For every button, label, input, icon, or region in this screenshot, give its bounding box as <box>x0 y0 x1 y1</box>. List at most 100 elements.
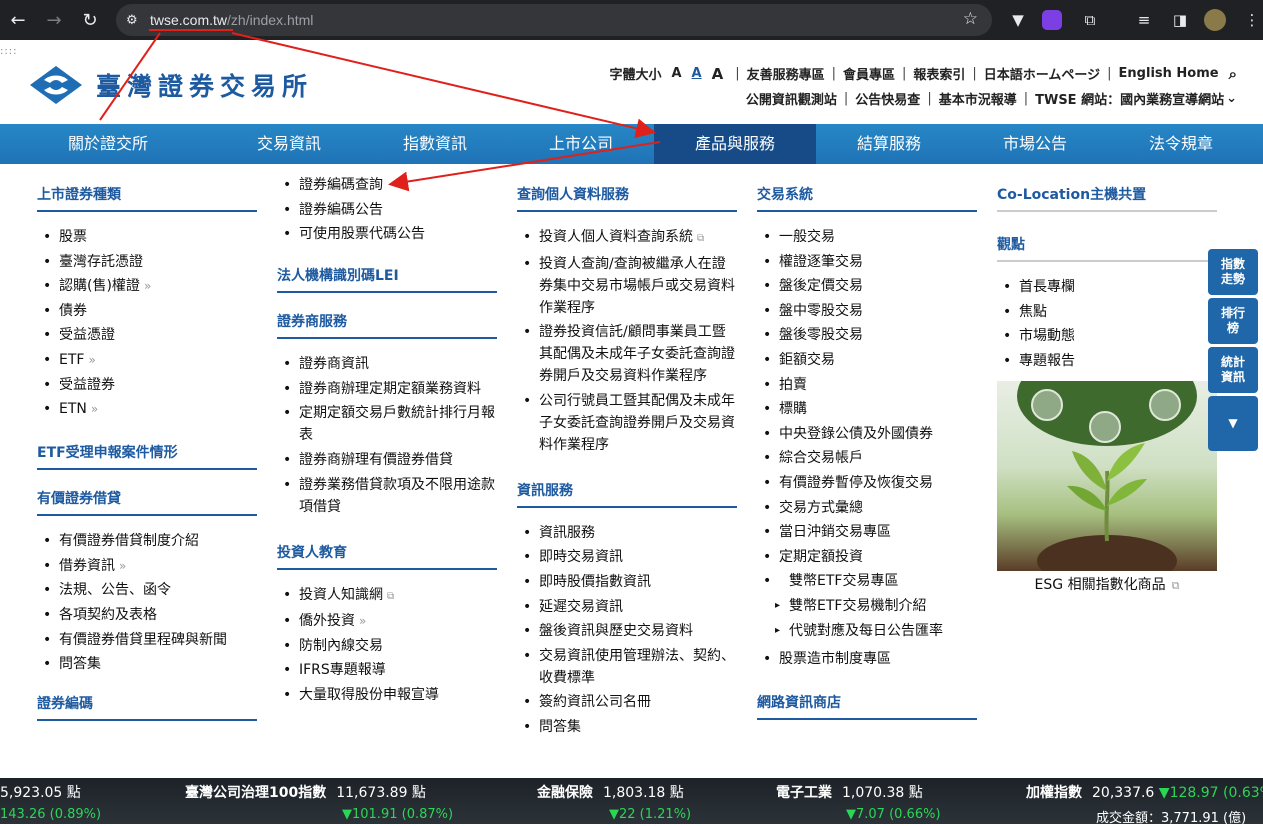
menu-item[interactable]: 受益憑證 <box>37 324 257 346</box>
font-size-large[interactable]: A <box>712 65 724 83</box>
menu-item[interactable]: 首長專欄 <box>997 276 1217 298</box>
menu-item[interactable]: 投資人查詢/查詢被繼承人在證券集中交易市場帳戶或交易資料作業程序 <box>517 253 737 319</box>
menu-item[interactable]: 防制內線交易 <box>277 635 497 657</box>
menu-item[interactable]: 可使用股票代碼公告 <box>277 223 497 245</box>
submenu-item[interactable]: 雙幣ETF交易機制介紹 <box>767 595 977 617</box>
section-title[interactable]: ETF受理申報案件情形 <box>37 442 257 471</box>
side-panel-icon[interactable]: ◨ <box>1168 8 1192 32</box>
nav-index[interactable]: 指數資訊 <box>362 124 508 164</box>
menu-item-security-code-query[interactable]: 證券編碼查詢 <box>277 174 497 196</box>
section-title[interactable]: 投資人教育 <box>277 542 497 570</box>
util-link-domestic-site[interactable]: TWSE 網站：國內業務宣導網站 <box>1035 89 1224 108</box>
menu-item[interactable]: 雙幣ETF交易專區 <box>757 570 977 592</box>
menu-item[interactable]: 即時股價指數資訊 <box>517 571 737 593</box>
menu-item[interactable]: 法規、公告、函令 <box>37 579 257 601</box>
menu-item[interactable]: 權證逐筆交易 <box>757 251 977 273</box>
menu-item[interactable]: ETF» <box>37 349 257 371</box>
section-title[interactable]: Co-Location主機共置 <box>997 184 1217 212</box>
menu-kebab-icon[interactable]: ⋮ <box>1240 8 1263 32</box>
expand-down-button[interactable]: ▼ <box>1208 396 1258 451</box>
menu-item[interactable]: 標購 <box>757 398 977 420</box>
nav-about[interactable]: 關於證交所 <box>0 124 216 164</box>
menu-item[interactable]: ETN» <box>37 398 257 420</box>
menu-item[interactable]: 有價證券暫停及恢復交易 <box>757 472 977 494</box>
section-title[interactable]: 資訊服務 <box>517 480 737 508</box>
index-trend-button[interactable]: 指數 走勢 <box>1208 249 1258 295</box>
menu-item[interactable]: 證券業務借貸款項及不限用途款項借貸 <box>277 474 497 518</box>
chevron-down-icon[interactable]: ⌄ <box>1226 91 1237 106</box>
section-title[interactable]: 有價證券借貸 <box>37 488 257 517</box>
menu-item[interactable]: 鉅額交易 <box>757 349 977 371</box>
menu-item[interactable]: 定期定額投資 <box>757 546 977 568</box>
menu-item[interactable]: 盤後資訊與歷史交易資料 <box>517 620 737 642</box>
util-link-accessibility[interactable]: 友善服務專區 <box>747 64 825 83</box>
util-link-members[interactable]: 會員專區 <box>843 64 895 83</box>
section-title[interactable]: 證券商服務 <box>277 311 497 340</box>
forward-icon[interactable]: → <box>36 0 72 40</box>
extensions-puzzle-icon[interactable]: ⧉ <box>1078 8 1102 32</box>
esg-caption[interactable]: ESG 相關指數化商品 ⧉ <box>997 574 1217 594</box>
menu-item[interactable]: 大量取得股份申報宣導 <box>277 684 497 706</box>
menu-item[interactable]: 交易方式彙總 <box>757 497 977 519</box>
menu-item[interactable]: 專題報告 <box>997 350 1217 372</box>
menu-item[interactable]: 債券 <box>37 300 257 322</box>
back-icon[interactable]: ← <box>0 0 36 40</box>
menu-item[interactable]: 定期定額交易戶數統計排行月報表 <box>277 402 497 446</box>
menu-item[interactable]: 一般交易 <box>757 226 977 248</box>
ranking-button[interactable]: 排行 榜 <box>1208 298 1258 344</box>
menu-item[interactable]: 各項契約及表格 <box>37 604 257 626</box>
menu-item[interactable]: 借券資訊» <box>37 555 257 577</box>
bookmark-star-icon[interactable]: ☆ <box>963 9 978 29</box>
nav-clearing[interactable]: 結算服務 <box>816 124 962 164</box>
menu-item[interactable]: 即時交易資訊 <box>517 546 737 568</box>
menu-item[interactable]: 延遲交易資訊 <box>517 596 737 618</box>
submenu-item[interactable]: 代號對應及每日公告匯率 <box>767 620 967 642</box>
menu-item[interactable]: 公司行號員工暨其配偶及未成年子女委託查詢證券開戶及交易資料作業程序 <box>517 390 737 456</box>
util-link-report-index[interactable]: 報表索引 <box>913 64 965 83</box>
reading-list-icon[interactable]: ≡ <box>1132 8 1156 32</box>
menu-item[interactable]: 投資人個人資料查詢系統⧉ <box>517 226 737 250</box>
menu-item[interactable]: 簽約資訊公司名冊 <box>517 691 737 713</box>
section-title[interactable]: 上市證券種類 <box>37 184 257 212</box>
menu-item[interactable]: 證券商辦理有價證券借貸 <box>277 449 497 471</box>
font-size-small[interactable]: A <box>671 66 681 81</box>
section-title[interactable]: 觀點 <box>997 234 1217 262</box>
menu-item[interactable]: 股票 <box>37 226 257 248</box>
menu-item[interactable]: 僑外投資» <box>277 610 497 632</box>
menu-item[interactable]: 市場動態 <box>997 325 1217 347</box>
section-title[interactable]: 查詢個人資料服務 <box>517 184 737 212</box>
util-link-japanese[interactable]: 日本語ホームページ <box>984 64 1100 83</box>
nav-regulations[interactable]: 法令規章 <box>1108 124 1254 164</box>
menu-item[interactable]: 臺灣存託憑證 <box>37 251 257 273</box>
font-size-medium[interactable]: A <box>692 66 702 81</box>
twse-logo[interactable]: 臺灣證券交易所 <box>28 64 313 106</box>
menu-item[interactable]: 證券商資訊 <box>277 353 497 375</box>
util-link-announcements[interactable]: 公告快易查 <box>855 89 920 108</box>
search-icon[interactable]: ⌕ <box>1229 65 1237 83</box>
menu-item[interactable]: 盤中零股交易 <box>757 300 977 322</box>
util-link-market-report[interactable]: 基本市況報導 <box>939 89 1017 108</box>
menu-item[interactable]: 中央登錄公債及外國債券 <box>757 423 977 445</box>
nav-trading[interactable]: 交易資訊 <box>216 124 362 164</box>
nav-announcements[interactable]: 市場公告 <box>962 124 1108 164</box>
menu-item[interactable]: 盤後定價交易 <box>757 275 977 297</box>
section-title[interactable]: 交易系統 <box>757 184 977 212</box>
extension-purple-icon[interactable] <box>1042 10 1062 30</box>
menu-item[interactable]: 交易資訊使用管理辦法、契約、收費標準 <box>517 645 737 689</box>
nav-products[interactable]: 產品與服務 <box>654 124 816 164</box>
menu-item[interactable]: 當日沖銷交易專區 <box>757 521 977 543</box>
nav-listed[interactable]: 上市公司 <box>508 124 654 164</box>
esg-banner-image[interactable] <box>997 381 1217 571</box>
menu-item[interactable]: 證券商辦理定期定額業務資料 <box>277 378 497 400</box>
extension-v-icon[interactable]: ▼ <box>1006 8 1030 32</box>
menu-item[interactable]: 焦點 <box>997 301 1217 323</box>
section-title[interactable]: 證券編碼 <box>37 693 257 722</box>
section-title[interactable]: 法人機構識別碼LEI <box>277 265 497 294</box>
menu-item[interactable]: 受益證券 <box>37 374 257 396</box>
menu-item[interactable]: 證券投資信託/顧問事業員工暨其配偶及未成年子女委託查詢證券開戶及交易資料作業程序 <box>517 321 737 387</box>
menu-item[interactable]: 有價證券借貸里程碑與新聞 <box>37 629 257 651</box>
menu-item[interactable]: 股票造市制度專區 <box>757 648 977 670</box>
statistics-button[interactable]: 統計 資訊 <box>1208 347 1258 393</box>
util-link-mops[interactable]: 公開資訊觀測站 <box>746 89 837 108</box>
menu-item[interactable]: 投資人知識網⧉ <box>277 584 497 608</box>
